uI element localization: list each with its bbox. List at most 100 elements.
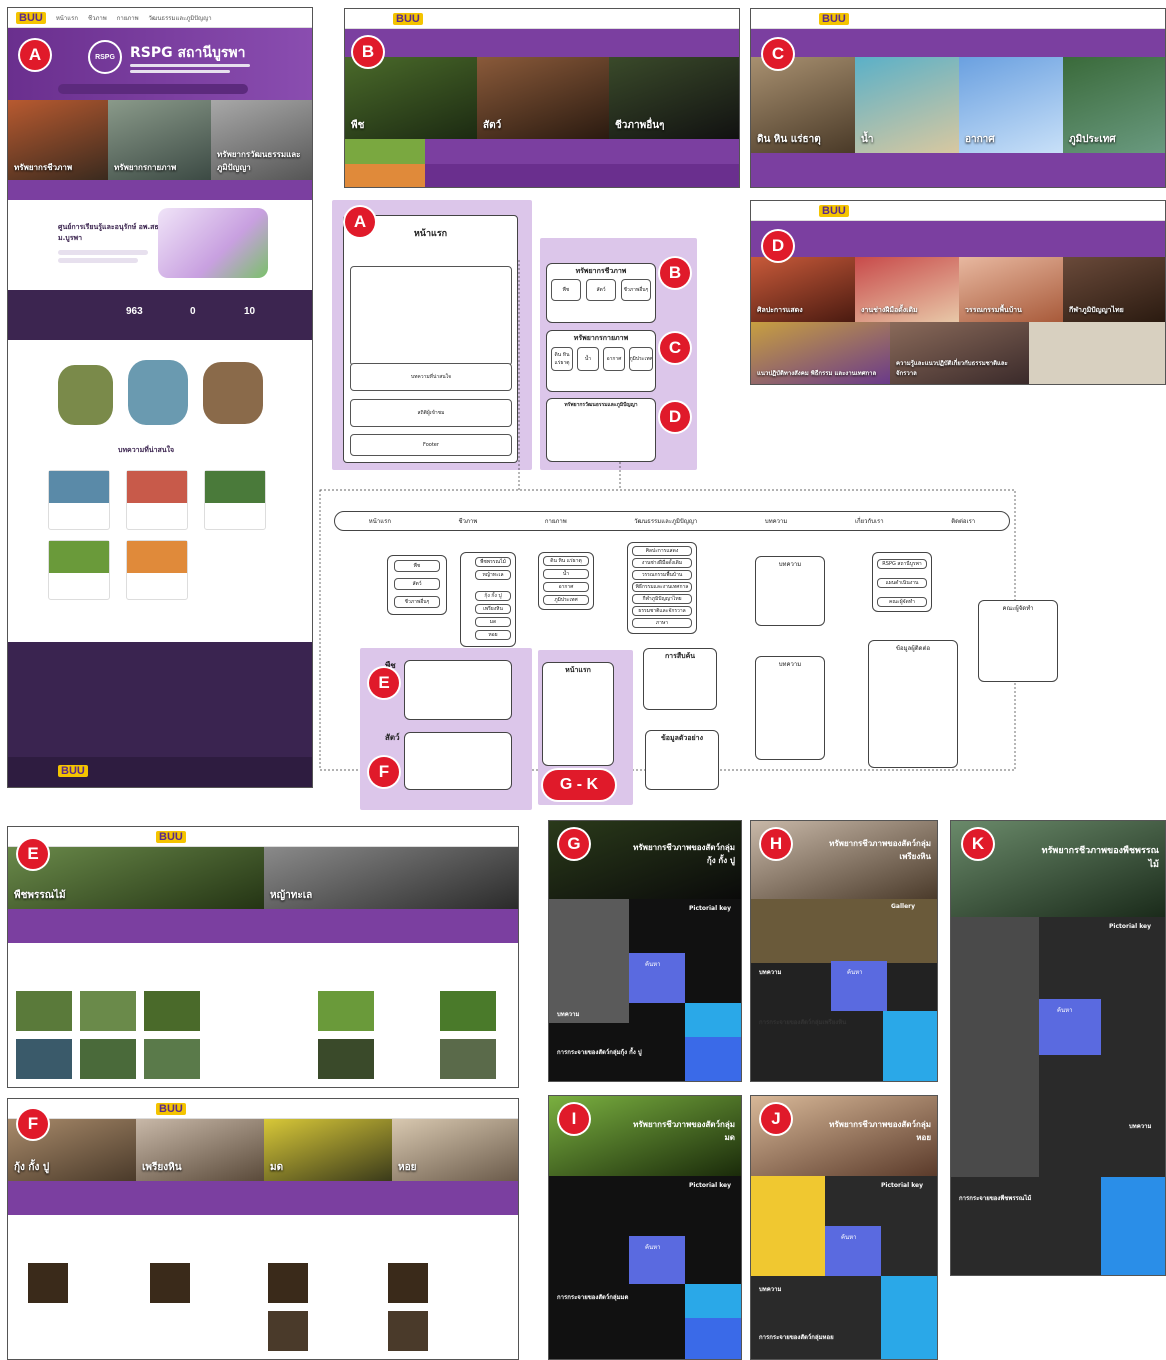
info-card[interactable] <box>883 1011 937 1081</box>
nav-home[interactable]: หน้าแรก <box>56 13 78 23</box>
nav-phys[interactable]: กายภาพ <box>117 13 139 23</box>
article-label[interactable]: บทความ <box>1129 1121 1151 1131</box>
collage-section: บทความที่น่าสนใจ <box>8 340 312 465</box>
search-card[interactable]: ค้นหา <box>629 1236 685 1284</box>
distribution-label[interactable]: การกระจายของสัตว์กลุ่มหอย <box>759 1332 879 1342</box>
tile-barnacle[interactable]: เพรียงหิน <box>136 1119 264 1181</box>
search-card[interactable]: ค้นหา <box>825 1226 881 1276</box>
band-plant[interactable] <box>345 139 425 164</box>
nav-bio[interactable]: ชีวภาพ <box>88 13 107 23</box>
species-thumb[interactable] <box>268 1263 308 1303</box>
pictorial-key-label[interactable]: Pictorial key <box>1109 923 1151 930</box>
top-nav: BUU <box>8 1099 518 1119</box>
site-logo[interactable]: BUU <box>16 11 46 24</box>
bio-plant: พืช <box>394 560 440 572</box>
tile-animal[interactable]: สัตว์ <box>477 57 609 139</box>
footer-logo: BUU <box>58 765 88 777</box>
distribution-label[interactable]: การกระจายของสัตว์กลุ่มกุ้ง กั้ง ปู <box>557 1047 677 1057</box>
social-card[interactable] <box>685 1037 741 1081</box>
tile-sport[interactable]: กีฬาภูมิปัญญาไทย <box>1063 257 1165 322</box>
species-thumb[interactable] <box>440 1039 496 1079</box>
search-bar[interactable] <box>58 84 248 94</box>
species-thumb[interactable] <box>150 1263 190 1303</box>
tile-other[interactable]: ชีวภาพอื่นๆ <box>609 57 739 139</box>
site-logo[interactable]: BUU <box>393 12 423 25</box>
pictorial-key-label[interactable]: Pictorial key <box>881 1182 923 1189</box>
badge-b: B <box>353 37 383 67</box>
species-thumb[interactable] <box>80 991 136 1031</box>
species-thumb[interactable] <box>28 1263 68 1303</box>
article-card[interactable] <box>204 470 266 530</box>
wire-phys-soil: ดิน หิน แร่ธาตุ <box>551 347 573 371</box>
tile-air[interactable]: อากาศ <box>959 57 1063 153</box>
distribution-label[interactable]: การกระจายของสัตว์กลุ่มมด <box>557 1292 647 1302</box>
phone-title: ทรัพยากรชีวภาพของสัตว์กลุ่มกุ้ง กั้ง ปู <box>633 843 735 865</box>
badge-f: F <box>18 1109 48 1139</box>
article-label[interactable]: บทความ <box>759 1284 781 1294</box>
species-thumb[interactable] <box>144 991 200 1031</box>
info-card[interactable] <box>1101 1177 1165 1275</box>
article-card[interactable] <box>48 470 110 530</box>
species-thumb[interactable] <box>388 1311 428 1351</box>
nav-culture[interactable]: วัฒนธรรมและภูมิปัญญา <box>149 13 212 23</box>
distribution-label[interactable]: การกระจายของสัตว์กลุ่มเพรียงหิน <box>759 1017 869 1027</box>
band-animal[interactable] <box>345 164 425 187</box>
tile-phys[interactable]: ทรัพยากรกายภาพ <box>108 100 211 180</box>
cult-7: ภาษา <box>632 618 692 628</box>
badge-g: G <box>559 829 589 859</box>
tile-plant[interactable]: พืช <box>345 57 477 139</box>
pictorial-key-label[interactable]: Pictorial key <box>689 905 731 912</box>
article-card[interactable] <box>48 540 110 600</box>
info-card[interactable] <box>881 1276 937 1359</box>
search-card[interactable]: ค้นหา <box>831 961 887 1011</box>
species-thumb[interactable] <box>144 1039 200 1079</box>
article-card[interactable] <box>126 540 188 600</box>
tile-ant[interactable]: มด <box>264 1119 392 1181</box>
site-logo[interactable]: BUU <box>819 12 849 25</box>
tile-shell[interactable]: หอย <box>392 1119 518 1181</box>
site-logo[interactable]: BUU <box>156 830 186 843</box>
species-thumb[interactable] <box>388 1263 428 1303</box>
top-nav: BUU หน้าแรก ชีวภาพ กายภาพ วัฒนธรรมและภูม… <box>8 8 312 28</box>
species-thumb[interactable] <box>440 991 496 1031</box>
tile-culture[interactable]: ทรัพยากรวัฒนธรรมและภูมิปัญญา <box>211 100 312 180</box>
tile-literature[interactable]: วรรณกรรมพื้นบ้าน <box>959 257 1063 322</box>
phone-title: ทรัพยากรชีวภาพของสัตว์กลุ่มเพรียงหิน <box>829 839 931 861</box>
collage-people <box>203 362 263 424</box>
tile-bio[interactable]: ทรัพยากรชีวภาพ <box>8 100 108 180</box>
site-logo[interactable]: BUU <box>156 1102 186 1115</box>
search-card[interactable]: ค้นหา <box>1039 999 1101 1055</box>
info-card[interactable] <box>685 1003 741 1037</box>
site-logo[interactable]: BUU <box>819 204 849 217</box>
animal-shell: หอย <box>475 630 511 640</box>
article-label[interactable]: บทความ <box>759 967 781 977</box>
tile-performance[interactable]: ศิลปะการแสดง <box>751 257 855 322</box>
social-card[interactable] <box>685 1318 741 1359</box>
article-label[interactable]: บทความ <box>557 1009 579 1019</box>
pictorial-key-label[interactable]: Pictorial key <box>689 1182 731 1189</box>
wire-articles: บทความที่น่าสนใจ <box>350 363 512 391</box>
species-thumb[interactable] <box>16 1039 72 1079</box>
gallery-label[interactable]: Gallery <box>891 903 915 910</box>
species-thumb[interactable] <box>318 991 374 1031</box>
info-card[interactable] <box>685 1284 741 1318</box>
species-thumb[interactable] <box>16 991 72 1031</box>
tile-water[interactable]: น้ำ <box>855 57 959 153</box>
search-card[interactable]: ค้นหา <box>629 953 685 1003</box>
species-thumb[interactable] <box>80 1039 136 1079</box>
species-thumb[interactable] <box>318 1039 374 1079</box>
tile-craft[interactable]: งานช่างฝีมือดั้งเดิม <box>855 257 959 322</box>
wire-phys: ทรัพยากรกายภาพ ดิน หิน แร่ธาตุ น้ำ อากาศ… <box>546 330 656 392</box>
tile-landscape[interactable]: ภูมิประเทศ <box>1063 57 1165 153</box>
article-card[interactable] <box>126 470 188 530</box>
species-thumb[interactable] <box>268 1311 308 1351</box>
tile-seagrass[interactable]: หญ้าทะเล <box>264 847 518 909</box>
tile-nature[interactable]: ความรู้และแนวปฏิบัติเกี่ยวกับธรรมชาติและ… <box>890 322 1029 384</box>
app-promo[interactable] <box>751 1176 825 1276</box>
tile-social[interactable]: แนวปฏิบัติทางสังคม พิธีกรรม และงานเทศกาล <box>751 322 890 384</box>
collage-landscape <box>128 360 188 425</box>
tile-text[interactable] <box>1029 322 1165 384</box>
tile-soil[interactable]: ดิน หิน แร่ธาตุ <box>751 57 855 153</box>
cult-6: ธรรมชาติและจักรวาล <box>632 606 692 616</box>
distribution-label[interactable]: การกระจายของพืชพรรณไม้ <box>959 1193 1069 1203</box>
